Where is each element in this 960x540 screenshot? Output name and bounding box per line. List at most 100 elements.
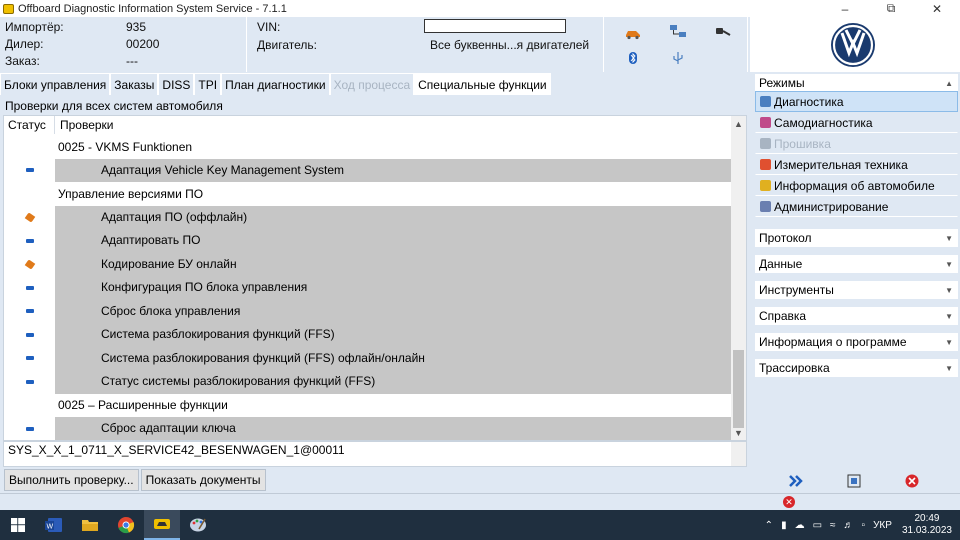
exit-icon[interactable] — [899, 470, 925, 492]
tray-expand-icon[interactable]: ⌃ — [765, 520, 773, 531]
scroll-down-icon[interactable]: ▼ — [731, 425, 746, 440]
mode-label: Самодиагностика — [774, 115, 873, 130]
taskbar-odis-icon[interactable] — [144, 510, 180, 540]
order-value: --- — [126, 54, 138, 68]
display-icon[interactable]: ▭ — [813, 520, 822, 531]
check-row[interactable]: Адаптировать ПО — [4, 229, 732, 253]
column-status[interactable]: Статус — [4, 116, 55, 134]
language-indicator[interactable]: УКР — [873, 520, 892, 531]
check-row[interactable]: Адаптация ПО (оффлайн) — [4, 205, 732, 229]
wifi-icon[interactable]: ≈ — [830, 520, 836, 531]
vci-plug-icon — [716, 28, 731, 36]
section-label: Данные — [759, 257, 803, 271]
expand-icon: ▼ — [945, 337, 953, 347]
battery-icon[interactable]: ▮ — [781, 520, 787, 531]
car-check-icon — [760, 117, 771, 128]
section-header[interactable]: Данные ▼ — [755, 255, 958, 273]
mode-item[interactable]: Информация об автомобиле — [755, 175, 958, 196]
run-check-button[interactable]: Выполнить проверку... — [4, 469, 139, 491]
mode-item[interactable]: Самодиагностика — [755, 112, 958, 133]
start-button[interactable] — [0, 510, 36, 540]
section-header[interactable]: Инструменты ▼ — [755, 281, 958, 299]
close-button[interactable]: ✕ — [914, 0, 960, 17]
tab-orders[interactable]: Заказы — [110, 73, 159, 95]
mode-item[interactable]: Диагностика — [755, 91, 958, 112]
check-label: Адаптация Vehicle Key Management System — [55, 158, 732, 182]
section-header[interactable]: Протокол ▼ — [755, 229, 958, 247]
modes-header[interactable]: Режимы ▲ — [755, 74, 958, 92]
network-icon — [670, 25, 686, 37]
stethoscope-icon — [760, 96, 771, 107]
tab-control-units[interactable]: Блоки управления — [0, 73, 111, 95]
check-label: Система разблокирования функций (FFS) оф… — [55, 346, 732, 370]
section-label: Трассировка — [759, 361, 830, 375]
tab-special-functions[interactable]: Специальные функции — [414, 73, 551, 95]
vin-field[interactable] — [424, 19, 566, 33]
check-row[interactable]: Адаптация Vehicle Key Management System — [4, 158, 732, 182]
title-bar: Offboard Diagnostic Information System S… — [0, 0, 960, 17]
usb-icon — [673, 52, 683, 64]
check-row[interactable]: Кодирование БУ онлайн — [4, 252, 732, 276]
mode-label: Диагностика — [774, 94, 844, 109]
volume-icon[interactable]: ♬ — [844, 520, 854, 531]
forward-icon[interactable] — [783, 470, 809, 492]
vin-label: VIN: — [257, 20, 281, 34]
check-row[interactable]: Система разблокирования функций (FFS) — [4, 323, 732, 347]
dealer-info: Импортёр: 935 Дилер: 00200 Заказ: --- — [0, 17, 247, 72]
section-header[interactable]: Справка ▼ — [755, 307, 958, 325]
clock[interactable]: 20:49 31.03.2023 — [902, 513, 952, 537]
check-row[interactable]: Система разблокирования функций (FFS) оф… — [4, 346, 732, 370]
vehicle-header: Импортёр: 935 Дилер: 00200 Заказ: --- VI… — [0, 17, 960, 72]
taskbar-word-icon[interactable]: W — [36, 510, 72, 540]
minimize-button[interactable]: – — [822, 0, 868, 17]
status-ready-icon — [25, 168, 34, 173]
tab-process: Ход процесса — [329, 73, 415, 95]
mode-item[interactable]: Измерительная техника — [755, 154, 958, 175]
group-row[interactable]: Управление версиями ПО — [4, 182, 732, 206]
section-label: Информация о программе — [759, 335, 907, 349]
scroll-up-icon[interactable]: ▲ — [731, 116, 746, 131]
importer-value: 935 — [126, 20, 147, 34]
dealer-label: Дилер: — [5, 37, 44, 51]
mode-item[interactable]: Администрирование — [755, 196, 958, 217]
section-header[interactable]: Информация о программе ▼ — [755, 333, 958, 351]
taskbar-explorer-icon[interactable] — [72, 510, 108, 540]
column-checks[interactable]: Проверки — [55, 116, 114, 134]
check-row[interactable]: Конфигурация ПО блока управления — [4, 276, 732, 300]
maximize-button[interactable]: ⧉ — [868, 0, 914, 17]
section-label: Справка — [759, 309, 807, 323]
fullscreen-icon[interactable] — [841, 470, 867, 492]
gauge-icon — [760, 159, 771, 170]
tab-diagnostic-plan[interactable]: План диагностики — [221, 73, 330, 95]
check-row[interactable]: Сброс блока управления — [4, 299, 732, 323]
vw-logo-icon — [831, 23, 875, 67]
status-ready-icon — [25, 238, 34, 243]
flash-icon — [760, 138, 771, 149]
importer-label: Импортёр: — [5, 20, 64, 34]
check-row[interactable]: Статус системы разблокирования функций (… — [4, 370, 732, 394]
section-header[interactable]: Трассировка ▼ — [755, 359, 958, 377]
check-label: 0025 – Расширенные функции — [55, 393, 732, 417]
mode-label: Информация об автомобиле — [774, 178, 935, 193]
vertical-scrollbar[interactable]: ▲ ▼ — [731, 116, 746, 440]
group-row[interactable]: 0025 – Расширенные функции — [4, 393, 732, 417]
group-row[interactable]: 0025 - VKMS Funktionen — [4, 135, 732, 159]
show-documents-button[interactable]: Показать документы — [140, 469, 266, 491]
tab-tpi[interactable]: TPI — [194, 73, 222, 95]
check-row[interactable]: Сброс адаптации ключа — [4, 417, 732, 440]
brand-area — [750, 17, 960, 72]
status-ready-icon — [25, 356, 34, 361]
notification-icon[interactable]: ▫ — [862, 520, 866, 531]
path-scrollbar[interactable] — [731, 442, 746, 466]
scroll-thumb[interactable] — [733, 350, 744, 428]
car-icon — [626, 31, 640, 40]
status-cell — [4, 417, 55, 440]
cloud-icon[interactable]: ☁ — [795, 520, 805, 531]
check-label: Кодирование БУ онлайн — [55, 252, 732, 276]
action-buttons: Выполнить проверку... Показать документы — [0, 468, 748, 492]
taskbar-chrome-icon[interactable] — [108, 510, 144, 540]
expand-icon: ▼ — [945, 285, 953, 295]
taskbar-paint-icon[interactable] — [180, 510, 216, 540]
tab-diss[interactable]: DISS — [158, 73, 195, 95]
error-icon[interactable]: ✕ — [783, 496, 795, 508]
